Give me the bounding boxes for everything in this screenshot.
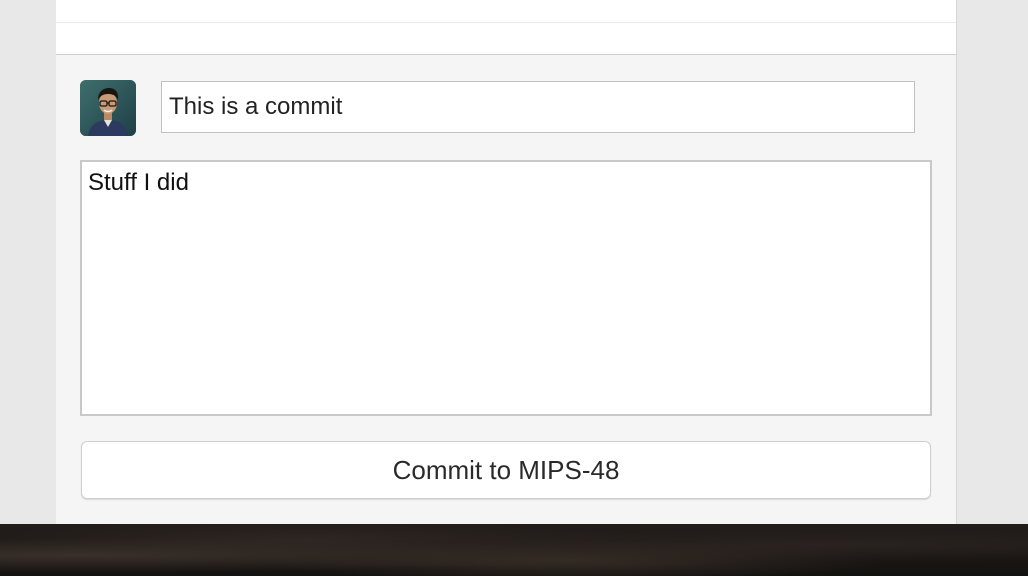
list-row-divider xyxy=(56,22,956,23)
commit-button[interactable]: Commit to MIPS-48 xyxy=(81,441,931,499)
avatar-portrait-icon xyxy=(80,80,136,136)
commit-panel: Stuff I did Commit to MIPS-48 xyxy=(56,55,956,524)
background-window-right xyxy=(957,0,1028,524)
commit-description-input[interactable]: Stuff I did xyxy=(80,160,932,416)
background-window-left xyxy=(0,0,56,524)
user-avatar xyxy=(80,80,136,136)
app-window: Stuff I did Commit to MIPS-48 xyxy=(56,0,957,524)
changes-list[interactable] xyxy=(56,0,956,55)
desktop-wallpaper xyxy=(0,524,1028,576)
commit-summary-input[interactable] xyxy=(161,81,915,133)
